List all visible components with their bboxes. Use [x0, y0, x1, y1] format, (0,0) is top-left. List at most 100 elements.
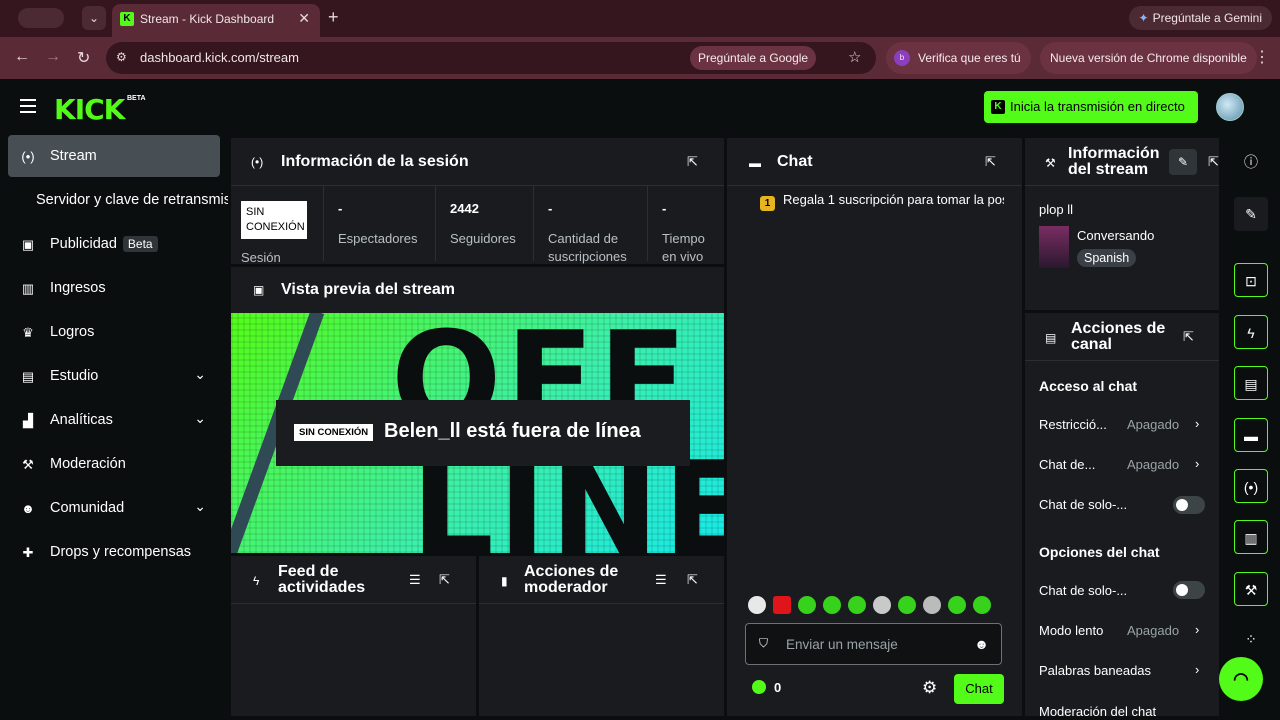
stream-category: Conversando [1077, 228, 1155, 243]
chat-setting-label[interactable]: Chat de... [1039, 457, 1095, 472]
kick-logo[interactable]: KICK [54, 93, 125, 126]
logo-beta-badge: BETA [127, 95, 146, 102]
edit-stream-info-button[interactable]: ✎ [1169, 149, 1197, 175]
forward-arrow-icon[interactable]: → [45, 48, 61, 66]
stat-value: - [548, 201, 553, 216]
profile-icon: b [894, 50, 910, 66]
document-icon[interactable]: ▤ [1234, 366, 1268, 400]
slow-mode-label[interactable]: Modo lento [1039, 623, 1103, 638]
restriction-label[interactable]: Restricció... [1039, 417, 1107, 432]
browser-tab[interactable]: K Stream - Kick Dashboard ✕ [112, 4, 320, 37]
emote-icon[interactable] [898, 596, 916, 614]
new-tab-icon[interactable]: + [328, 7, 339, 28]
verify-button[interactable]: b Verifica que eres tú [886, 42, 1031, 74]
lightning-icon: ϟ [253, 574, 260, 588]
tab-close-icon[interactable]: ✕ [298, 10, 310, 27]
emote-icon[interactable] [973, 596, 991, 614]
chat-moderation-label[interactable]: Moderación del chat [1039, 704, 1156, 716]
chat-input[interactable]: ⛉ Enviar un mensaje ☻ [745, 623, 1002, 665]
solo-chat-option-toggle[interactable] [1173, 581, 1205, 599]
chevron-right-icon[interactable]: › [1195, 416, 1199, 431]
restriction-value: Apagado [1127, 417, 1180, 432]
url-text: dashboard.kick.com/stream [140, 50, 299, 65]
session-stats: SIN CONEXIÓN Sesión - Espectadores 2442 … [231, 185, 724, 264]
reload-icon[interactable]: ↻ [77, 48, 90, 68]
tab-list-button[interactable]: ⌄ [82, 6, 106, 30]
back-arrow-icon[interactable]: ← [14, 48, 30, 66]
popout-icon[interactable]: ⇱ [985, 154, 996, 170]
emote-icon[interactable] [873, 596, 891, 614]
filter-icon[interactable]: ☰ [655, 572, 667, 588]
popout-icon[interactable]: ⇱ [1183, 329, 1194, 345]
sidebar-item-moderation[interactable]: ⚒ Moderación [8, 443, 220, 485]
menu-icon[interactable] [20, 99, 36, 113]
gear-icon[interactable]: ⚙ [922, 678, 937, 698]
ask-google-button[interactable]: Pregúntale a Google [690, 46, 817, 70]
sidebar-item-server-key[interactable]: Servidor y clave de retransmisión [36, 192, 228, 208]
support-headset-icon[interactable]: ◠ [1219, 657, 1263, 701]
pencil-icon[interactable]: ✎ [1234, 197, 1268, 231]
chevron-right-icon[interactable]: › [1195, 662, 1199, 677]
broadcast-icon: (•) [251, 155, 264, 169]
broadcast-icon[interactable]: (•) [1234, 469, 1268, 503]
stat-value: 2442 [450, 201, 479, 216]
wrench-icon[interactable]: ⚒ [1234, 572, 1268, 606]
sidebar-item-achievements[interactable]: ♛ Logros [8, 311, 220, 353]
bookmark-star-icon[interactable]: ☆ [848, 48, 861, 66]
chat-bubble-icon[interactable]: ▬ [1234, 418, 1268, 452]
channel-icon[interactable]: ▥ [1234, 520, 1268, 554]
camera-frame-icon[interactable]: ⊡ [1234, 263, 1268, 297]
go-live-button[interactable]: K Inicia la transmisión en directo [984, 91, 1198, 123]
tab-search-button[interactable] [18, 8, 64, 28]
kicks-balance[interactable]: 0 [752, 680, 781, 695]
sidebar-item-label: Estudio [50, 368, 99, 384]
divider [727, 185, 1022, 186]
stat-live-time: - Tiempo en vivo [647, 185, 724, 264]
sidebar-item-analytics[interactable]: ▟ Analíticas ⌄ [8, 399, 220, 441]
browser-menu-icon[interactable]: ⋮ [1254, 47, 1270, 67]
sidebar-item-stream[interactable]: (•) Stream [8, 135, 220, 177]
chevron-right-icon[interactable]: › [1195, 456, 1199, 471]
kicks-count: 0 [774, 680, 782, 695]
banned-words-label[interactable]: Palabras baneadas [1039, 663, 1151, 678]
emote-icon[interactable] [948, 596, 966, 614]
sidebar-item-studio[interactable]: ▤ Estudio ⌄ [8, 355, 220, 397]
chrome-update-button[interactable]: Nueva versión de Chrome disponible [1040, 42, 1257, 74]
filter-icon[interactable]: ☰ [409, 572, 421, 588]
solo-chat-toggle[interactable] [1173, 496, 1205, 514]
stat-subscriptions: - Cantidad de suscripciones [533, 185, 647, 264]
popout-icon[interactable]: ⇱ [439, 572, 450, 588]
info-icon[interactable]: ⓘ [1234, 145, 1268, 179]
popout-icon[interactable]: ⇱ [1208, 154, 1219, 170]
sidebar-item-revenue[interactable]: ▥ Ingresos [8, 267, 220, 309]
address-bar[interactable]: ⚙ dashboard.kick.com/stream Pregúntale a… [106, 42, 876, 74]
emoji-icon[interactable]: ☻ [974, 636, 989, 652]
emote-icon[interactable] [773, 596, 791, 614]
lightning-icon[interactable]: ϟ [1234, 315, 1268, 349]
emote-icon[interactable] [848, 596, 866, 614]
avatar[interactable] [1216, 93, 1244, 121]
sidebar-item-community[interactable]: ☻ Comunidad ⌄ [8, 487, 220, 529]
popout-icon[interactable]: ⇱ [687, 572, 698, 588]
sidebar-item-drops[interactable]: ✚ Drops y recompensas [8, 531, 220, 573]
emote-icon[interactable] [798, 596, 816, 614]
more-dots-icon[interactable]: ⁘ [1234, 622, 1268, 656]
pinned-message[interactable]: 1 Regala 1 suscripción para tomar la posi… [760, 192, 1004, 211]
popout-icon[interactable]: ⇱ [687, 154, 698, 170]
chevron-right-icon[interactable]: › [1195, 622, 1199, 637]
emote-icon[interactable] [748, 596, 766, 614]
emote-icon[interactable] [923, 596, 941, 614]
sidebar-item-advertising[interactable]: ▣ Publicidad Beta [8, 223, 220, 265]
megaphone-icon: ▣ [21, 237, 35, 252]
chat-input-placeholder: Enviar un mensaje [786, 637, 898, 652]
gemini-button[interactable]: ✦ Pregúntale a Gemini [1128, 6, 1272, 30]
panel-title: Chat [777, 153, 813, 170]
stream-title: plop ll [1039, 202, 1073, 217]
pinned-text: Regala 1 suscripción para tomar la posic… [783, 192, 1004, 207]
emote-icon[interactable] [823, 596, 841, 614]
kicks-coin-icon [752, 680, 766, 694]
chat-send-button[interactable]: Chat [954, 674, 1004, 704]
site-info-icon[interactable]: ⚙ [116, 50, 127, 64]
sidebar-item-label: Analíticas [50, 412, 113, 428]
chevron-down-icon: ⌄ [194, 498, 206, 514]
